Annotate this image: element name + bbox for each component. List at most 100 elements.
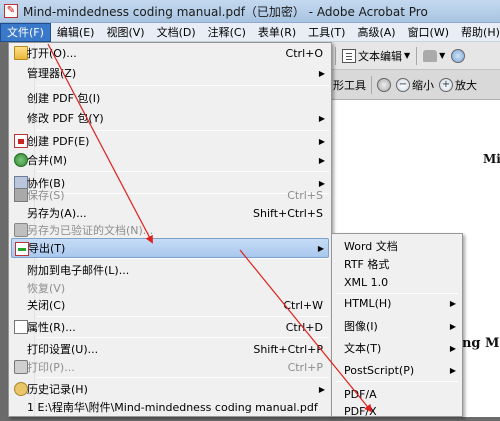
submenu-item-label: PDF/A (344, 387, 377, 401)
history-icon (14, 382, 28, 396)
menu-item-shortcut: Ctrl+W (283, 298, 323, 312)
merge-icon (14, 153, 28, 167)
submenu-arrow-icon: ▶ (449, 365, 456, 375)
stamp-button[interactable]: ▼ (423, 49, 446, 62)
submenu-arrow-icon: ▶ (449, 343, 456, 353)
rect-tool-label[interactable]: 形工具 (333, 77, 366, 93)
menu-item-label: 创建 PDF(E) (27, 135, 90, 148)
menu-separator (37, 171, 329, 172)
menu-item-attach-to-email[interactable]: 附加到电子邮件(L)... (11, 260, 329, 280)
menu-item-label: 打开(O)... (27, 47, 77, 60)
printer-icon (14, 360, 28, 374)
menu-help[interactable]: 帮助(H) (455, 23, 500, 42)
menu-item-label: 关闭(C) (27, 299, 66, 312)
menu-item-shortcut: Shift+Ctrl+S (253, 206, 323, 220)
window-title: Mind-mindedness coding manual.pdf（已加密） -… (23, 4, 428, 19)
menu-tools[interactable]: 工具(T) (302, 23, 351, 42)
submenu-item-image[interactable]: 图像(I) ▶ (334, 316, 460, 336)
menu-separator (37, 377, 329, 378)
menu-item-label: 恢复(V) (27, 282, 66, 295)
export-submenu: Word 文档 RTF 格式 XML 1.0 HTML(H) ▶ 图像(I) ▶… (331, 233, 463, 418)
submenu-item-text[interactable]: 文本(T) ▶ (334, 338, 460, 358)
create-pdf-icon (14, 134, 28, 148)
menu-item-modify-pdf-package[interactable]: 修改 PDF 包(Y) ▶ (11, 108, 329, 128)
menu-separator (37, 337, 329, 338)
menu-item-save-as-certified[interactable]: 另存为已验证的文档(N)... (11, 220, 329, 240)
submenu-item-word[interactable]: Word 文档 (334, 236, 460, 256)
menu-item-open[interactable]: 打开(O)... Ctrl+O (11, 43, 329, 63)
menu-item-label: 1 E:\程南华\附件\Mind-mindedness coding manua… (27, 401, 318, 414)
toolbar-separator (371, 75, 372, 94)
menu-item-properties[interactable]: 属性(R)... Ctrl+D (11, 317, 329, 337)
zoom-in-icon: + (439, 77, 453, 92)
chevron-down-icon: ▼ (439, 51, 446, 60)
submenu-item-label: 图像(I) (344, 320, 378, 333)
menu-item-print-setup[interactable]: 打印设置(U)... Shift+Ctrl+P (11, 339, 329, 359)
submenu-item-label: Word 文档 (344, 240, 398, 253)
submenu-item-rtf[interactable]: RTF 格式 (334, 254, 460, 274)
folder-icon (14, 46, 28, 60)
zoom-out-button[interactable]: − 缩小 (396, 77, 434, 93)
menu-separator (336, 381, 458, 382)
menu-item-shortcut: Ctrl+S (287, 188, 323, 202)
menu-item-label: 附加到电子邮件(L)... (27, 264, 130, 277)
submenu-item-pdfx[interactable]: PDF/X (334, 401, 460, 421)
submenu-item-label: 文本(T) (344, 342, 382, 355)
document-text-fragment: Mi (483, 152, 500, 166)
menu-item-label: 历史记录(H) (27, 383, 88, 396)
menu-forms[interactable]: 表单(R) (252, 23, 302, 42)
menu-item-print[interactable]: 打印(P)... Ctrl+P (11, 357, 329, 377)
menu-bar: 文件(F) 编辑(E) 视图(V) 文档(D) 注释(C) 表单(R) 工具(T… (0, 22, 500, 42)
text-edit-icon (342, 48, 356, 63)
menu-item-label: 属性(R)... (27, 321, 76, 334)
pdf-app-icon: ✎ (4, 4, 18, 18)
submenu-item-xml[interactable]: XML 1.0 (334, 272, 460, 292)
zoom-in-button[interactable]: + 放大 (439, 77, 477, 93)
toolbar-bottom: 形工具 − 缩小 + 放大 (331, 70, 500, 100)
hand-icon[interactable] (377, 77, 391, 92)
menu-item-export[interactable]: 导出(T) ▶ (11, 238, 329, 258)
submenu-item-postscript[interactable]: PostScript(P) ▶ (334, 360, 460, 380)
menu-item-shortcut: Shift+Ctrl+P (253, 342, 323, 356)
submenu-arrow-icon: ▶ (318, 384, 325, 394)
menu-item-shortcut: Ctrl+O (285, 46, 323, 60)
menu-window[interactable]: 窗口(W) (402, 23, 455, 42)
menu-item-label: 导出(T) (28, 242, 66, 255)
menu-item-history[interactable]: 历史记录(H) ▶ (11, 379, 329, 399)
menu-item-label: 打印(P)... (27, 361, 75, 374)
menu-item-organizer[interactable]: 管理器(Z) ▶ (11, 63, 329, 83)
submenu-arrow-icon: ▶ (317, 243, 324, 253)
menu-document[interactable]: 文档(D) (151, 23, 202, 42)
menu-file[interactable]: 文件(F) (0, 22, 51, 42)
globe-icon[interactable] (451, 48, 466, 63)
menu-view[interactable]: 视图(V) (100, 23, 150, 42)
menu-item-recent-file[interactable]: 1 E:\程南华\附件\Mind-mindedness coding manua… (11, 397, 329, 417)
submenu-item-label: HTML(H) (344, 296, 392, 310)
menu-comments[interactable]: 注释(C) (202, 23, 252, 42)
submenu-arrow-icon: ▶ (449, 298, 456, 308)
submenu-arrow-icon: ▶ (318, 68, 325, 78)
menu-advanced[interactable]: 高级(A) (351, 23, 401, 42)
menu-item-label: 合并(M) (27, 154, 68, 167)
title-bar: ✎ Mind-mindedness coding manual.pdf（已加密）… (0, 0, 500, 23)
menu-item-create-pdf[interactable]: 创建 PDF(E) ▶ (11, 131, 329, 151)
menu-edit[interactable]: 编辑(E) (51, 23, 101, 42)
text-edit-button[interactable]: 文本编辑 ▼ (342, 48, 410, 64)
menu-item-label: 另存为(A)... (27, 207, 87, 220)
zoom-out-label: 缩小 (412, 78, 434, 92)
properties-icon (14, 320, 28, 334)
menu-item-close[interactable]: 关闭(C) Ctrl+W (11, 295, 329, 315)
certified-doc-icon (14, 223, 28, 237)
submenu-item-html[interactable]: HTML(H) ▶ (334, 293, 460, 313)
toolbar-top: 文本编辑 ▼ ▼ (331, 42, 500, 70)
submenu-arrow-icon: ▶ (318, 113, 325, 123)
menu-separator (37, 258, 329, 259)
toolbar-separator (416, 46, 418, 65)
menu-item-label: 管理器(Z) (27, 67, 77, 80)
menu-item-create-pdf-package[interactable]: 创建 PDF 包(I) (11, 88, 329, 108)
text-edit-label: 文本编辑 (358, 49, 402, 63)
menu-item-label: 保存(S) (27, 189, 65, 202)
menu-item-save[interactable]: 保存(S) Ctrl+S (11, 185, 329, 205)
menu-item-combine[interactable]: 合并(M) ▶ (11, 150, 329, 170)
toolbar-separator (335, 46, 336, 65)
